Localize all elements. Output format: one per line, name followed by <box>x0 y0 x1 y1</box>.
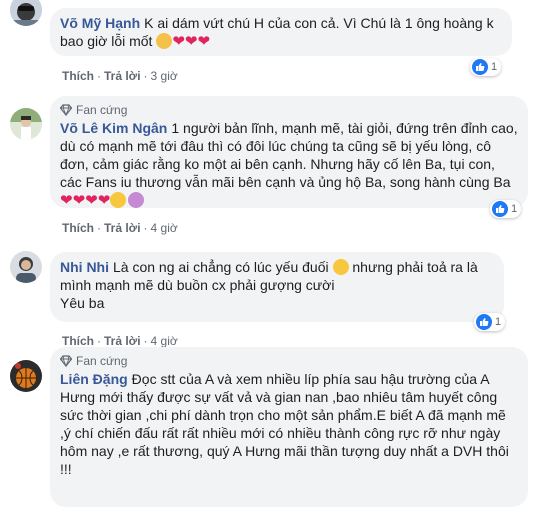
avatar[interactable] <box>10 251 42 283</box>
emoji-reactions: ❤❤❤ <box>152 33 211 50</box>
princess-emoji-icon <box>156 33 173 49</box>
comment-actions: Thích · Trả lời · 4 giờ <box>62 334 178 348</box>
heart-emoji-icon: ❤ <box>85 192 98 209</box>
smile-emoji-icon <box>110 192 127 208</box>
comment-actions: Thích · Trả lời · 4 giờ <box>62 221 178 235</box>
reaction-count[interactable]: 1 <box>470 58 502 76</box>
heart-emoji-icon: ❤ <box>184 33 198 50</box>
crying-emoji-icon <box>332 259 349 275</box>
comment-body: Võ Lê Kim Ngân 1 người bản lĩnh, mạnh mẽ,… <box>60 119 518 210</box>
princess-emoji-icon <box>128 192 145 208</box>
like-reaction-icon <box>492 201 508 217</box>
heart-emoji-icon: ❤ <box>97 192 111 209</box>
like-link[interactable]: Thích <box>62 69 94 83</box>
heart-emoji-icon: ❤ <box>72 192 86 209</box>
emoji-reactions: ❤❤❤❤ <box>60 192 145 209</box>
comment-text-end: Yêu ba <box>60 295 105 311</box>
reply-link[interactable]: Trả lời <box>104 69 141 83</box>
avatar[interactable] <box>10 0 42 26</box>
badge-label: Fan cứng <box>76 103 128 117</box>
comment-bubble: Nhi Nhi Là con ng ai chẳng có lúc yếu đuố… <box>50 252 504 322</box>
comment-author[interactable]: Nhi Nhi <box>60 259 109 275</box>
comment-author[interactable]: Võ Lê Kim Ngân <box>60 120 167 136</box>
reaction-number: 1 <box>495 316 502 328</box>
comment-bubble: Fan cứng Võ Lê Kim Ngân 1 người bản lĩnh,… <box>50 96 528 210</box>
comment-body: Liên Đặng Đọc stt của A và xem nhiều líp … <box>60 370 518 478</box>
comment-text: Là con ng ai chẳng có lúc yếu đuối <box>113 259 329 275</box>
heart-emoji-icon: ❤ <box>172 33 185 50</box>
reply-link[interactable]: Trả lời <box>104 221 141 235</box>
like-link[interactable]: Thích <box>62 334 94 348</box>
comment-actions: Thích · Trả lời · 3 giờ <box>62 69 178 83</box>
comment-author[interactable]: Liên Đặng <box>60 371 128 387</box>
fan-badge: Fan cứng <box>60 102 518 118</box>
diamond-icon <box>60 355 72 367</box>
reaction-count[interactable]: 1 <box>474 313 506 331</box>
diamond-icon <box>60 104 72 116</box>
comment-bubble: Võ Mỹ Hạnh K ai dám vứt chú H của con cả.… <box>50 8 512 56</box>
timestamp[interactable]: 3 giờ <box>151 69 178 83</box>
fan-badge: Fan cứng <box>60 353 518 369</box>
comment-body: Nhi Nhi Là con ng ai chẳng có lúc yếu đuố… <box>60 258 494 312</box>
like-link[interactable]: Thích <box>62 221 94 235</box>
comment-author[interactable]: Võ Mỹ Hạnh <box>60 15 140 31</box>
avatar[interactable] <box>10 108 42 140</box>
badge-label: Fan cứng <box>76 354 128 368</box>
timestamp[interactable]: 4 giờ <box>151 221 178 235</box>
heart-emoji-icon: ❤ <box>197 33 211 50</box>
like-reaction-icon <box>476 314 492 330</box>
heart-emoji-icon: ❤ <box>60 192 73 209</box>
avatar[interactable] <box>10 360 42 392</box>
reaction-number: 1 <box>511 203 518 215</box>
comment-bubble: Fan cứng Liên Đặng Đọc stt của A và xem n… <box>50 347 528 507</box>
comment-body: Võ Mỹ Hạnh K ai dám vứt chú H của con cả.… <box>60 14 502 51</box>
like-reaction-icon <box>472 59 488 75</box>
timestamp[interactable]: 4 giờ <box>151 334 178 348</box>
reaction-number: 1 <box>491 61 498 73</box>
reaction-count[interactable]: 1 <box>490 200 522 218</box>
reply-link[interactable]: Trả lời <box>104 334 141 348</box>
